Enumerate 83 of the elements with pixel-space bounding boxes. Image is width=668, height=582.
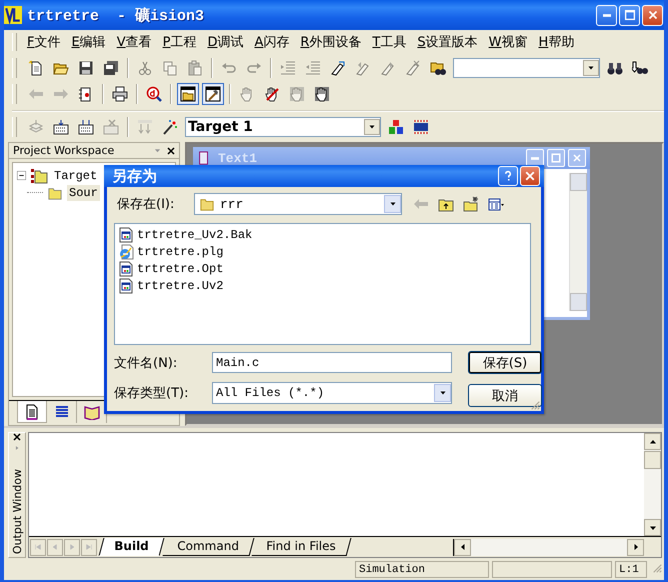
file-type-dropdown[interactable]: All Files (*.*) <box>212 382 452 404</box>
menu-item[interactable]: T工具 <box>367 31 412 53</box>
right-arrow-icon <box>632 543 640 551</box>
books-icon <box>84 404 100 420</box>
down-arrow-icon <box>648 524 656 532</box>
window-title: trtretre - 礦ision3 <box>27 6 206 24</box>
collapse-toggle-icon[interactable] <box>17 171 26 180</box>
tree-item[interactable]: Sour <box>67 184 100 200</box>
folder-icon <box>198 197 216 211</box>
left-arrow-icon <box>458 543 466 551</box>
file-type-label: 保存类型(T): <box>114 384 190 402</box>
target-folder-icon <box>29 168 49 184</box>
output-tab[interactable]: Command <box>162 538 254 556</box>
editor-window-title: Text1 <box>218 150 258 166</box>
dropdown-arrow-icon <box>438 388 446 396</box>
window-hammer-icon[interactable] <box>202 83 224 105</box>
menu-item[interactable]: E编辑 <box>66 31 112 53</box>
close-icon <box>524 170 536 182</box>
document-icon <box>24 404 40 420</box>
minimize-button[interactable] <box>596 4 617 26</box>
document-tab[interactable] <box>17 401 47 423</box>
program-file-icon <box>118 278 134 294</box>
vertical-scrollbar[interactable] <box>644 433 661 536</box>
maximize-button[interactable] <box>619 4 640 26</box>
minimize-button[interactable] <box>526 149 544 167</box>
panel-title: Project Workspace <box>13 144 116 157</box>
maximize-icon <box>622 8 636 22</box>
menu-item[interactable]: H帮助 <box>534 31 580 53</box>
minimize-icon <box>531 156 539 160</box>
up-arrow-icon <box>648 438 656 446</box>
close-button[interactable] <box>642 4 663 26</box>
document-icon <box>197 151 211 165</box>
last-tab-icon <box>85 543 93 551</box>
target-dropdown[interactable]: Target 1 <box>185 117 381 137</box>
menu-item[interactable]: S设置版本 <box>412 31 484 53</box>
file-name-field[interactable]: Main.c <box>212 352 452 373</box>
list-icon <box>54 404 70 420</box>
help-icon <box>502 170 514 182</box>
menu-item[interactable]: V查看 <box>112 31 158 53</box>
output-tab[interactable]: Find in Files <box>252 538 352 556</box>
file-item[interactable]: trtretre.plg <box>137 244 224 258</box>
panel-title: Output Window <box>10 468 24 554</box>
program-file-icon <box>118 226 134 242</box>
program-file-icon <box>118 260 134 276</box>
close-icon[interactable] <box>167 146 175 154</box>
close-icon <box>571 152 583 164</box>
tree-item[interactable]: Target <box>52 168 100 184</box>
next-tab-icon <box>68 543 76 551</box>
help-button[interactable] <box>498 166 518 186</box>
save-in-dropdown[interactable]: rrr <box>194 193 402 215</box>
first-tab-icon <box>34 543 42 551</box>
app-logo-icon <box>4 6 22 24</box>
globe-e-icon <box>118 244 134 260</box>
maximize-icon <box>550 152 562 164</box>
dropdown-arrow-icon <box>388 200 396 208</box>
save-in-label: 保存在(I): <box>117 196 176 213</box>
dropdown-arrow-icon <box>368 123 376 131</box>
output-tab[interactable]: Build <box>98 538 164 556</box>
close-button[interactable] <box>520 166 540 186</box>
menu-item[interactable]: W视窗 <box>484 31 534 53</box>
folder-icon <box>46 186 64 200</box>
minimize-icon <box>602 14 610 16</box>
menu-item[interactable]: A闪存 <box>249 31 296 53</box>
scrollbar-thumb[interactable] <box>644 451 661 469</box>
close-icon[interactable] <box>13 433 21 441</box>
file-item[interactable]: trtretre_Uv2.Bak <box>137 228 252 242</box>
menu-item[interactable]: F文件 <box>22 31 66 53</box>
status-text: Simulation <box>355 561 489 578</box>
file-name-label: 文件名(N): <box>114 354 178 372</box>
menu-item[interactable]: P工程 <box>158 31 202 53</box>
menu-item[interactable]: D调试 <box>202 31 250 53</box>
dialog-button[interactable]: 保存(S) <box>468 351 542 374</box>
menu-item[interactable]: R外围设备 <box>295 31 368 53</box>
previous-tab-icon <box>51 543 59 551</box>
status-text: L:1 <box>615 561 647 578</box>
dropdown-arrow-icon <box>587 64 595 72</box>
window-folder-icon[interactable] <box>177 83 199 105</box>
file-item[interactable]: trtretre.Opt <box>137 262 224 276</box>
dialog-button[interactable]: 取消 <box>468 384 542 407</box>
dialog-title: 另存为 <box>112 166 158 186</box>
vertical-scrollbar[interactable] <box>569 173 587 311</box>
file-item[interactable]: trtretre.Uv2 <box>137 278 224 292</box>
horizontal-scrollbar[interactable] <box>453 538 644 556</box>
